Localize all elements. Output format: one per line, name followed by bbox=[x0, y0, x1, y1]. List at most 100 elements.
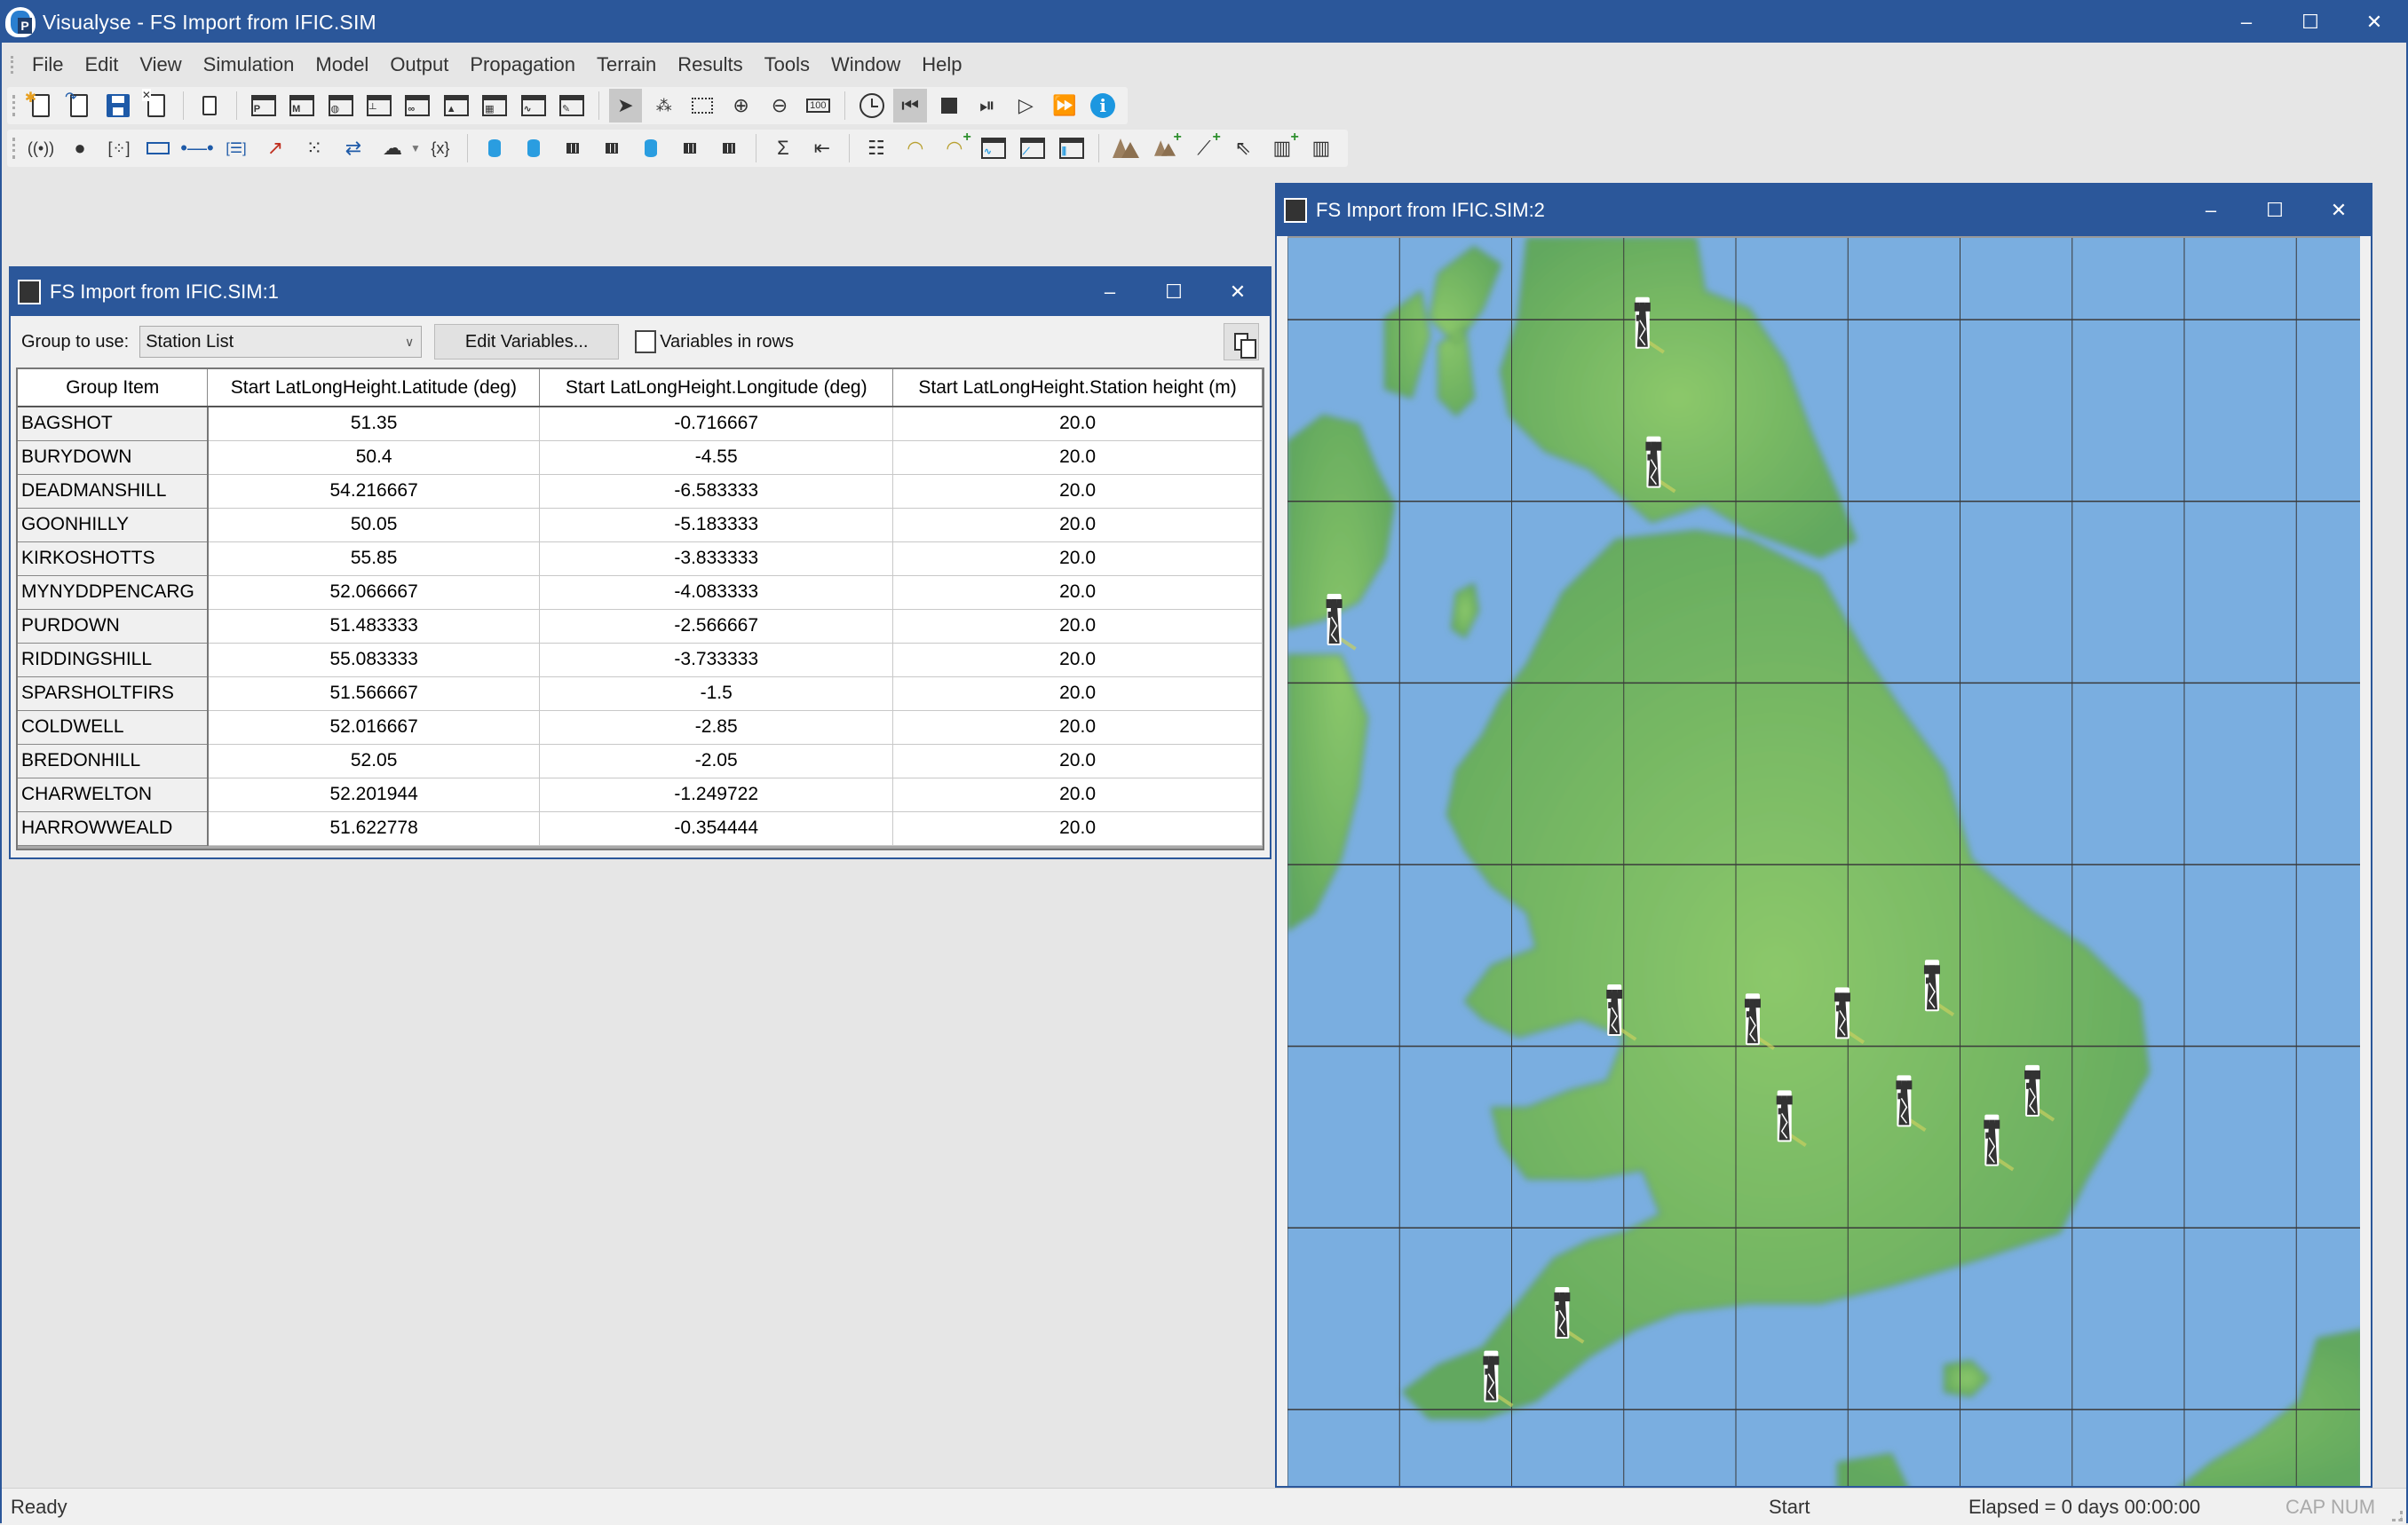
table-row[interactable]: DEADMANSHILL 54.216667 -6.583333 20.0 bbox=[18, 474, 1263, 509]
open-file-button[interactable]: ↷ bbox=[62, 89, 95, 122]
station-group-button[interactable]: [⁘] bbox=[102, 131, 136, 165]
copy-table-button[interactable] bbox=[1224, 323, 1259, 360]
table-window-maximize-button[interactable]: ☐ bbox=[1142, 268, 1206, 316]
cell-height[interactable]: 20.0 bbox=[892, 676, 1263, 711]
cell-group-item[interactable]: GOONHILLY bbox=[18, 508, 209, 542]
cell-group-item[interactable]: DEADMANSHILL bbox=[18, 474, 209, 509]
table-row[interactable]: HARROWWEALD 51.622778 -0.354444 20.0 bbox=[18, 811, 1263, 846]
view-window-button[interactable]: ∞ bbox=[401, 89, 434, 122]
terrain-table-button[interactable] bbox=[595, 131, 629, 165]
menu-file[interactable]: File bbox=[23, 48, 75, 82]
cell-group-item[interactable]: CHARWELTON bbox=[18, 778, 209, 812]
zoom-in-button[interactable]: ⊕ bbox=[725, 89, 757, 122]
cell-longitude[interactable]: -2.85 bbox=[539, 710, 894, 745]
station-button[interactable]: ● bbox=[63, 131, 97, 165]
orbit-table-button[interactable] bbox=[556, 131, 590, 165]
cell-latitude[interactable]: 55.85 bbox=[207, 541, 541, 576]
info-button[interactable]: i bbox=[1086, 89, 1119, 122]
menu-edit[interactable]: Edit bbox=[75, 48, 131, 82]
propagation-dropdown-icon[interactable]: ▼ bbox=[410, 142, 421, 154]
cell-group-item[interactable]: PURDOWN bbox=[18, 609, 209, 644]
terrain-db-button[interactable] bbox=[634, 131, 668, 165]
satellite-orbit-db-button[interactable] bbox=[517, 131, 551, 165]
cell-group-item[interactable]: SPARSHOLTFIRS bbox=[18, 676, 209, 711]
map-window-close-button[interactable]: ✕ bbox=[2307, 185, 2371, 236]
cell-longitude[interactable]: -1.5 bbox=[539, 676, 894, 711]
menu-help[interactable]: Help bbox=[913, 48, 974, 82]
cell-longitude[interactable]: -2.566667 bbox=[539, 609, 894, 644]
table-row[interactable]: RIDDINGSHILL 55.083333 -3.733333 20.0 bbox=[18, 643, 1263, 677]
menu-grip[interactable] bbox=[11, 56, 14, 74]
cell-latitude[interactable]: 51.622778 bbox=[207, 811, 541, 846]
cell-longitude[interactable]: -6.583333 bbox=[539, 474, 894, 509]
path-add-button[interactable]: ⟋ + bbox=[1187, 130, 1221, 165]
table-row[interactable]: KIRKOSHOTTS 55.85 -3.833333 20.0 bbox=[18, 541, 1263, 576]
edit-variables-button[interactable]: Edit Variables... bbox=[434, 324, 620, 360]
cell-latitude[interactable]: 51.483333 bbox=[207, 609, 541, 644]
building-add-button[interactable]: ▥ + bbox=[1265, 130, 1298, 165]
cell-height[interactable]: 20.0 bbox=[892, 541, 1263, 576]
hierarchy-window-button[interactable]: ┴ bbox=[362, 89, 395, 122]
cell-height[interactable]: 20.0 bbox=[892, 811, 1263, 846]
cell-height[interactable]: 20.0 bbox=[892, 575, 1263, 610]
table-row[interactable]: MYNYDDPENCARG 52.066667 -4.083333 20.0 bbox=[18, 575, 1263, 610]
sum-button[interactable]: Σ bbox=[766, 131, 800, 165]
new-file-button[interactable]: ✱ bbox=[24, 89, 57, 122]
table-row[interactable]: BAGSHOT 51.35 -0.716667 20.0 bbox=[18, 407, 1263, 441]
cell-longitude[interactable]: -0.716667 bbox=[539, 407, 894, 441]
cell-group-item[interactable]: RIDDINGSHILL bbox=[18, 643, 209, 677]
table-window-minimize-button[interactable]: – bbox=[1078, 268, 1142, 316]
cell-height[interactable]: 20.0 bbox=[892, 440, 1263, 475]
column-header-longitude[interactable]: Start LatLongHeight.Longitude (deg) bbox=[539, 369, 894, 407]
column-header-height[interactable]: Start LatLongHeight.Station height (m) bbox=[892, 369, 1263, 407]
table-row[interactable]: SPARSHOLTFIRS 51.566667 -1.5 20.0 bbox=[18, 676, 1263, 711]
clock-button[interactable] bbox=[855, 89, 888, 122]
step-button[interactable]: ⏯ bbox=[970, 89, 1003, 122]
cell-longitude[interactable]: -3.833333 bbox=[539, 541, 894, 576]
cell-height[interactable]: 20.0 bbox=[892, 778, 1263, 812]
cell-longitude[interactable]: -3.733333 bbox=[539, 643, 894, 677]
fast-forward-button[interactable]: ⏩ bbox=[1048, 89, 1081, 122]
table-row[interactable]: GOONHILLY 50.05 -5.183333 20.0 bbox=[18, 508, 1263, 542]
interference-button[interactable]: ↗ bbox=[258, 131, 292, 165]
cell-latitude[interactable]: 50.05 bbox=[207, 508, 541, 542]
cell-height[interactable]: 20.0 bbox=[892, 643, 1263, 677]
column-header-latitude[interactable]: Start LatLongHeight.Latitude (deg) bbox=[207, 369, 541, 407]
carrier-button[interactable] bbox=[141, 131, 175, 165]
cell-group-item[interactable]: BURYDOWN bbox=[18, 440, 209, 475]
time-graph-button[interactable]: ∿ bbox=[977, 131, 1010, 165]
map-window-minimize-button[interactable]: – bbox=[2179, 185, 2243, 236]
cell-longitude[interactable]: -4.55 bbox=[539, 440, 894, 475]
play-button[interactable]: ▷ bbox=[1010, 89, 1042, 122]
cell-height[interactable]: 20.0 bbox=[892, 710, 1263, 745]
map-view[interactable] bbox=[1287, 236, 2360, 1486]
uk-map[interactable] bbox=[1287, 238, 2360, 1486]
save-button[interactable] bbox=[101, 89, 134, 122]
toolbar-grip[interactable] bbox=[12, 138, 16, 159]
maximize-button[interactable]: ☐ bbox=[2278, 2, 2342, 43]
table-row[interactable]: CHARWELTON 52.201944 -1.249722 20.0 bbox=[18, 778, 1263, 812]
cell-group-item[interactable]: COLDWELL bbox=[18, 710, 209, 745]
map-window-maximize-button[interactable]: ☐ bbox=[2243, 185, 2307, 236]
resize-grip[interactable] bbox=[2392, 1511, 2403, 1521]
path-select-button[interactable]: ⇖ bbox=[1226, 131, 1260, 165]
cell-height[interactable]: 20.0 bbox=[892, 744, 1263, 778]
globe-window-button[interactable]: ◍ bbox=[324, 89, 357, 122]
cell-longitude[interactable]: -1.249722 bbox=[539, 778, 894, 812]
menu-model[interactable]: Model bbox=[306, 48, 381, 82]
table-row[interactable]: BREDONHILL 52.05 -2.05 20.0 bbox=[18, 744, 1263, 778]
export-table-button[interactable] bbox=[673, 131, 707, 165]
graph-window-button[interactable]: ∿ bbox=[517, 89, 550, 122]
project-window-button[interactable]: P bbox=[247, 89, 280, 122]
table-row[interactable]: BURYDOWN 50.4 -4.55 20.0 bbox=[18, 440, 1263, 475]
table-row[interactable]: PURDOWN 51.483333 -2.566667 20.0 bbox=[18, 609, 1263, 644]
import-button[interactable]: ⇤ bbox=[805, 131, 839, 165]
table-window-button[interactable]: ▦ bbox=[478, 89, 511, 122]
menu-view[interactable]: View bbox=[131, 48, 194, 82]
histogram-button[interactable]: ⫼ bbox=[1055, 131, 1089, 165]
close-button[interactable]: ✕ bbox=[2342, 2, 2406, 43]
minimize-button[interactable]: – bbox=[2214, 2, 2278, 43]
cell-latitude[interactable]: 51.35 bbox=[207, 407, 541, 441]
close-file-button[interactable]: ✕ bbox=[139, 89, 172, 122]
cell-longitude[interactable]: -4.083333 bbox=[539, 575, 894, 610]
